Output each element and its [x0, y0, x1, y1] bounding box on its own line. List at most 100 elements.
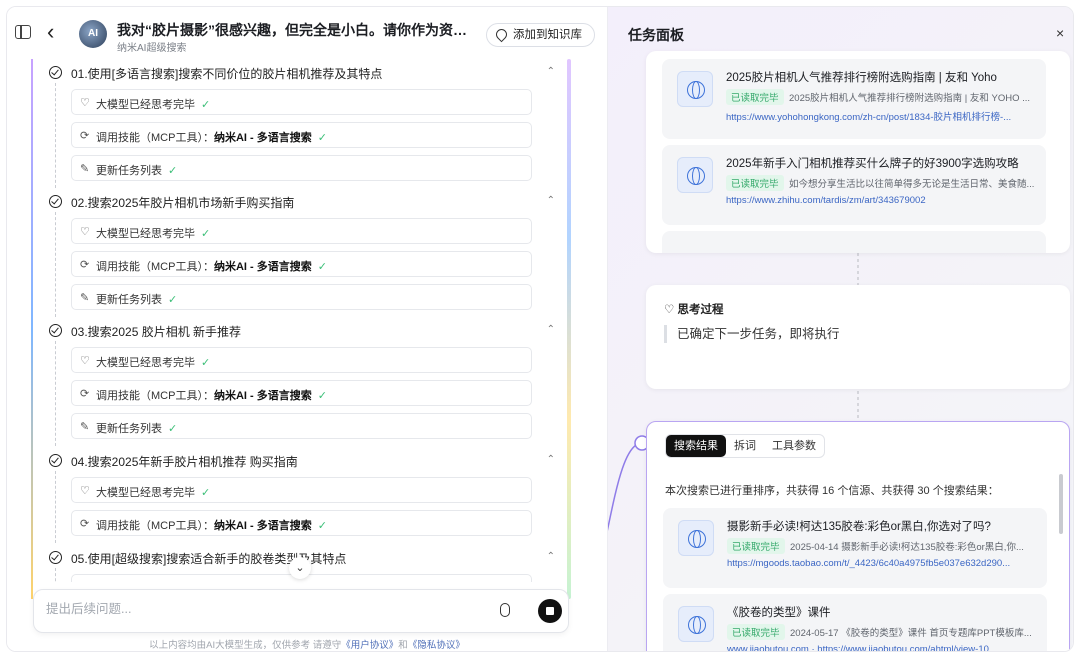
task-timeline [55, 212, 56, 317]
step-text: 更新任务列表 ✓ [96, 291, 177, 307]
globe-icon [677, 71, 713, 107]
bulb-icon: ♡ [80, 355, 90, 367]
follow-up-input[interactable] [46, 602, 446, 616]
result-url[interactable]: https://www.zhihu.com/tardis/zm/art/3436… [726, 195, 1026, 206]
step-label: 更新任务列表 [96, 294, 162, 306]
task-timeline [55, 83, 56, 188]
step-text: 大模型已经思考完毕 ✓ [96, 354, 210, 370]
task-step: ⟳ 调用技能（MCP工具）：纳米AI - 多语言搜索 ✓ [71, 122, 532, 148]
user-agreement-link[interactable]: 《用户协议》 [341, 640, 398, 651]
disclaimer: 以上内容均由AI大模型生成，仅供参考 请遵守《用户协议》和《隐私协议》 [7, 637, 607, 651]
check-circle-icon [49, 66, 62, 79]
tool-icon: ⟳ [80, 259, 90, 271]
task-step: ♡ 大模型已经思考完毕 ✓ [71, 89, 532, 115]
task-step: ♡ 大模型已经思考完毕 ✓ [71, 218, 532, 244]
task-step: ✎ 更新任务列表 ✓ [71, 413, 532, 439]
follow-up-input-box [33, 589, 569, 633]
result-url[interactable]: https://mgoods.taobao.com/t/_4423/6c40a4… [727, 558, 1027, 569]
edit-icon: ✎ [80, 421, 90, 433]
task-title: 01.使用[多语言搜索]搜索不同价位的胶片相机推荐及其特点 [71, 67, 383, 81]
check-circle-icon [49, 551, 62, 564]
privacy-agreement-link[interactable]: 《隐私协议》 [408, 640, 465, 651]
scroll-to-bottom-button[interactable]: ⌄ [289, 557, 311, 579]
task-header[interactable]: 02.搜索2025年胶片相机市场新手购买指南 ⌃ [49, 194, 559, 214]
tool-name: 纳米AI - 多语言搜索 [213, 261, 312, 273]
done-check-icon: ✓ [317, 132, 327, 144]
search-result-item[interactable]: 2025胶片相机人气推荐排行榜附选购指南 | 友和 Yoho 已读取完毕 202… [662, 59, 1046, 139]
task-step: ♡ 大模型已经思考完毕 ✓ [71, 477, 532, 503]
done-check-icon: ✓ [168, 165, 178, 177]
thinking-card: ♡ 思考过程 已确定下一步任务，即将执行 [646, 285, 1070, 389]
step-label: 大模型已经思考完毕 [96, 357, 195, 369]
task-steps-container: 01.使用[多语言搜索]搜索不同价位的胶片相机推荐及其特点 ⌃ ♡ 大模型已经思考完毕… [7, 7, 607, 582]
disclaimer-and: 和 [398, 640, 408, 651]
step-label: 更新任务列表 [96, 423, 162, 435]
result-title: 摄影新手必读!柯达135胶卷:彩色or黑白,你选对了吗? [727, 521, 991, 533]
step-label: 大模型已经思考完毕 [96, 99, 195, 111]
step-text: 更新任务列表 ✓ [96, 420, 177, 436]
chevron-up-icon[interactable]: ⌃ [547, 551, 555, 562]
close-icon[interactable]: × [1056, 25, 1064, 41]
chevron-up-icon[interactable]: ⌃ [547, 66, 555, 77]
done-check-icon: ✓ [201, 357, 211, 369]
search-result-item-partial[interactable] [662, 231, 1046, 253]
tool-name: 纳米AI - 多语言搜索 [213, 520, 312, 532]
bulb-icon: ♡ [664, 304, 678, 316]
done-check-icon: ✓ [201, 487, 211, 499]
step-text: 调用技能（MCP工具）：纳米AI - 多语言搜索 ✓ [96, 387, 327, 403]
app-window: ‹ AI 我对“胶片摄影”很感兴趣，但完全是小白。请你作为资深的胶片… 纳米AI… [6, 6, 1074, 652]
task-timeline [55, 568, 56, 582]
step-label: 调用技能（MCP工具）： [96, 520, 214, 532]
read-complete-badge: 已读取完毕 [727, 624, 785, 640]
bulb-icon: ♡ [80, 485, 90, 497]
step-text: 大模型已经思考完毕✓ [96, 581, 210, 582]
panel-title: 任务面板 [628, 27, 684, 43]
chevron-up-icon[interactable]: ⌃ [547, 454, 555, 465]
edit-icon: ✎ [80, 292, 90, 304]
task-title: 04.搜索2025年新手胶片相机推荐 购买指南 [71, 455, 298, 469]
check-circle-icon [49, 454, 62, 467]
task-header[interactable]: 01.使用[多语言搜索]搜索不同价位的胶片相机推荐及其特点 ⌃ [49, 65, 559, 85]
chevron-up-icon[interactable]: ⌃ [547, 324, 555, 335]
task-step: ♡ 大模型已经思考完毕 ✓ [71, 347, 532, 373]
result-url[interactable]: www.jiaobutou.com · https://www.jiaobuto… [727, 644, 1027, 651]
task-timeline [55, 471, 56, 543]
step-label: 调用技能（MCP工具）： [96, 132, 214, 144]
task-title: 02.搜索2025年胶片相机市场新手购买指南 [71, 196, 295, 210]
task-step: ✎ 更新任务列表 ✓ [71, 284, 532, 310]
stop-button[interactable] [538, 599, 562, 623]
tool-name: 纳米AI - 多语言搜索 [213, 132, 312, 144]
done-check-icon: ✓ [168, 294, 178, 306]
tool-icon: ⟳ [80, 130, 90, 142]
result-snippet: 2024-05-17 《胶卷的类型》课件 首页专题库PPT模板库... [790, 628, 1032, 639]
read-complete-badge: 已读取完毕 [726, 175, 784, 191]
done-check-icon: ✓ [168, 423, 178, 435]
check-circle-icon [49, 195, 62, 208]
step-label: 调用技能（MCP工具）： [96, 261, 214, 273]
step-text: 更新任务列表 ✓ [96, 162, 177, 178]
search-result-item[interactable]: 摄影新手必读!柯达135胶卷:彩色or黑白,你选对了吗? 已读取完毕 2025-… [663, 508, 1047, 588]
task-title: 03.搜索2025 胶片相机 新手推荐 [71, 325, 242, 339]
search-result-item[interactable]: 《胶卷的类型》课件 已读取完毕 2024-05-17 《胶卷的类型》课件 首页专… [663, 594, 1047, 651]
result-tabs: 搜索结果 拆词 工具参数 [665, 434, 825, 458]
step-text: 大模型已经思考完毕✓ [96, 225, 210, 241]
step-label: 大模型已经思考完毕 [96, 487, 195, 499]
tab-tool-params[interactable]: 工具参数 [764, 435, 824, 457]
result-url[interactable]: https://www.yohohongkong.com/zh-cn/post/… [726, 109, 1026, 123]
task-header[interactable]: 04.搜索2025年新手胶片相机推荐 购买指南 ⌃ [49, 453, 559, 473]
chevron-up-icon[interactable]: ⌃ [547, 195, 555, 206]
tab-split-words[interactable]: 拆词 [726, 435, 764, 457]
scrollbar[interactable] [1059, 474, 1063, 534]
microphone-icon[interactable] [500, 603, 510, 617]
step-label: 调用技能（MCP工具）： [96, 390, 214, 402]
tool-name: 纳米AI - 多语言搜索 [213, 390, 312, 402]
search-result-item[interactable]: 2025年新手入门相机推荐买什么牌子的好3900字选购攻略 已读取完毕 如今想分… [662, 145, 1046, 225]
task-step: ⟳ 调用技能（MCP工具）：纳米AI - 多语言搜索 ✓ [71, 510, 532, 536]
step-text: 调用技能（MCP工具）：纳米AI - 多语言搜索 ✓ [96, 129, 327, 145]
result-snippet: 2025胶片相机人气推荐排行榜附选购指南 | 友和 YOHO ... [789, 93, 1031, 104]
done-check-icon: ✓ [317, 520, 327, 532]
tool-icon: ⟳ [80, 388, 90, 400]
result-title: 2025年新手入门相机推荐买什么牌子的好3900字选购攻略 [726, 158, 1019, 170]
tab-search-results[interactable]: 搜索结果 [666, 435, 726, 457]
task-header[interactable]: 03.搜索2025 胶片相机 新手推荐 ⌃ [49, 323, 559, 343]
